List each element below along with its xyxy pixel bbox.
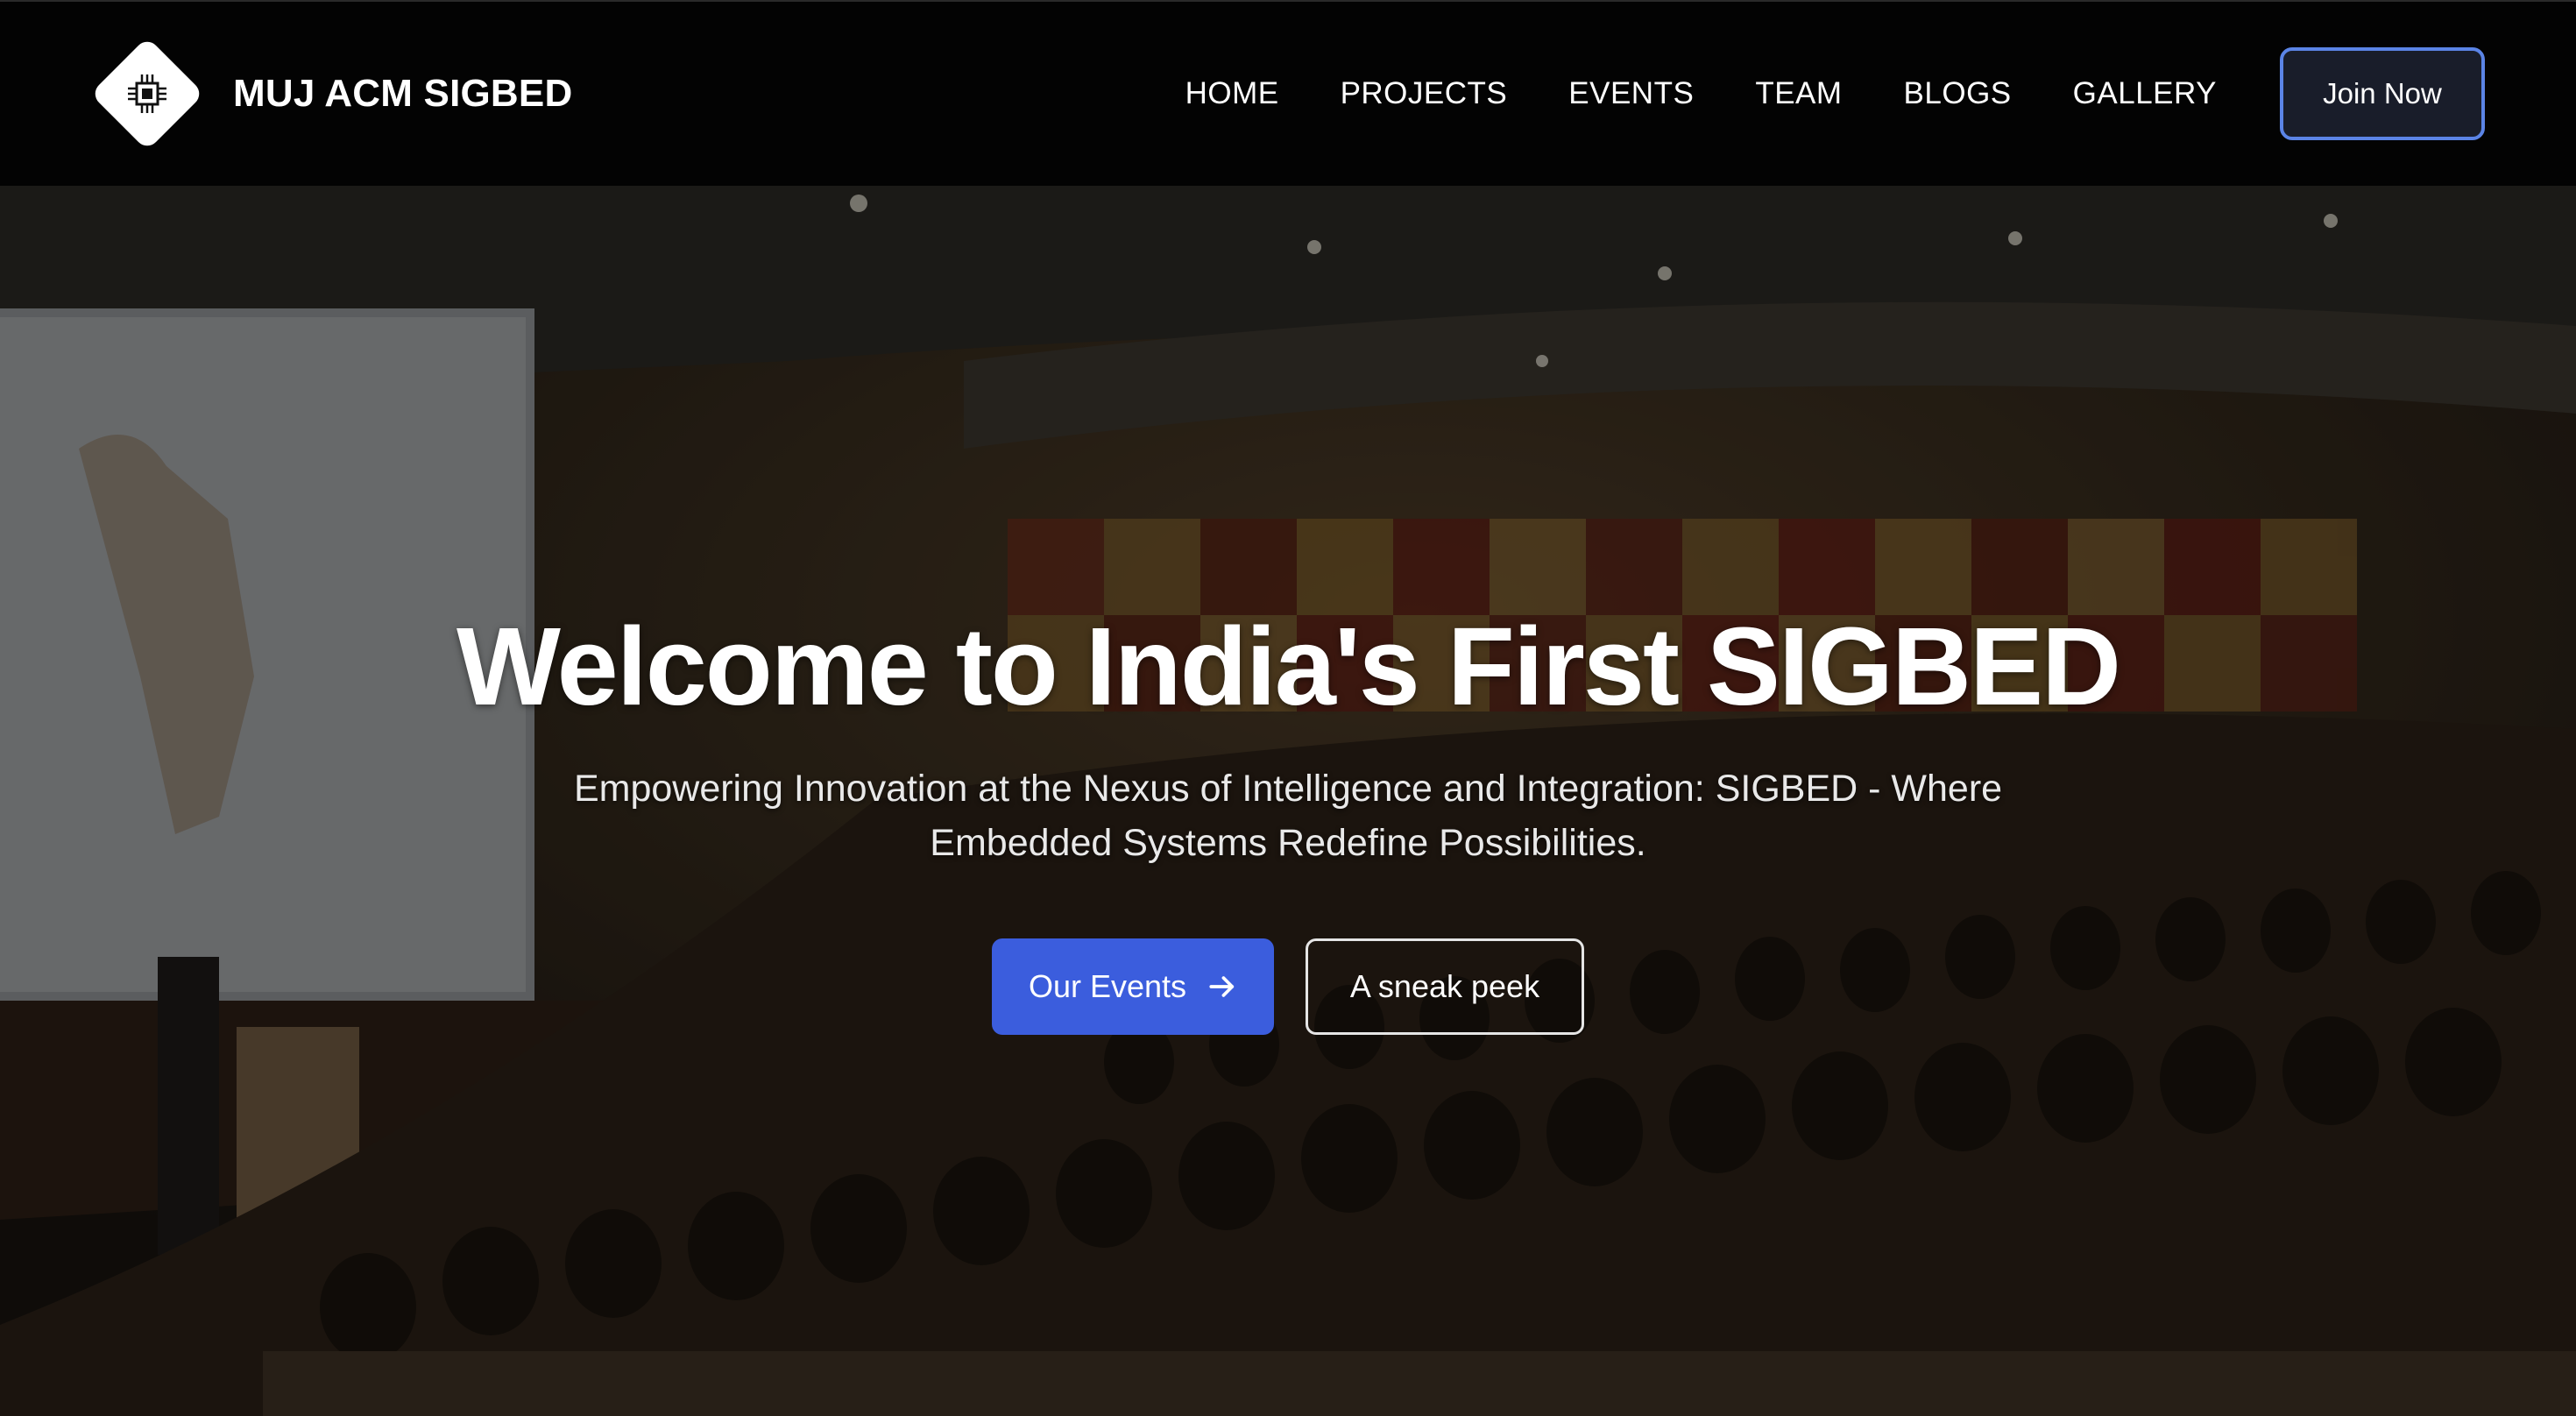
our-events-button[interactable]: Our Events — [992, 938, 1274, 1035]
arrow-right-icon — [1209, 975, 1235, 997]
sneak-peek-button[interactable]: A sneak peek — [1306, 938, 1584, 1035]
nav-link-events[interactable]: EVENTS — [1568, 76, 1694, 111]
nav-link-team[interactable]: TEAM — [1755, 76, 1842, 111]
navbar: MUJ ACM SIGBED HOME PROJECTS EVENTS TEAM… — [0, 0, 2576, 186]
join-now-button[interactable]: Join Now — [2280, 47, 2485, 140]
hero-section: Welcome to India's First SIGBED Empoweri… — [0, 186, 2576, 1416]
page: MUJ ACM SIGBED HOME PROJECTS EVENTS TEAM… — [0, 0, 2576, 1416]
hero-subtitle: Empowering Innovation at the Nexus of In… — [573, 767, 2003, 864]
hero-title: Welcome to India's First SIGBED — [456, 605, 2121, 728]
nav-links: HOME PROJECTS EVENTS TEAM BLOGS GALLERY — [1185, 76, 2217, 111]
nav-link-blogs[interactable]: BLOGS — [1904, 76, 2012, 111]
brand[interactable]: MUJ ACM SIGBED — [89, 36, 573, 152]
hero-content: Welcome to India's First SIGBED Empoweri… — [0, 605, 2576, 1035]
nav-link-home[interactable]: HOME — [1185, 76, 1279, 111]
nav-link-projects[interactable]: PROJECTS — [1341, 76, 1508, 111]
hero-buttons: Our Events A sneak peek — [992, 938, 1584, 1035]
chip-icon — [89, 36, 205, 152]
brand-name: MUJ ACM SIGBED — [233, 72, 573, 115]
nav-link-gallery[interactable]: GALLERY — [2073, 76, 2217, 111]
our-events-label: Our Events — [1028, 967, 1187, 1004]
